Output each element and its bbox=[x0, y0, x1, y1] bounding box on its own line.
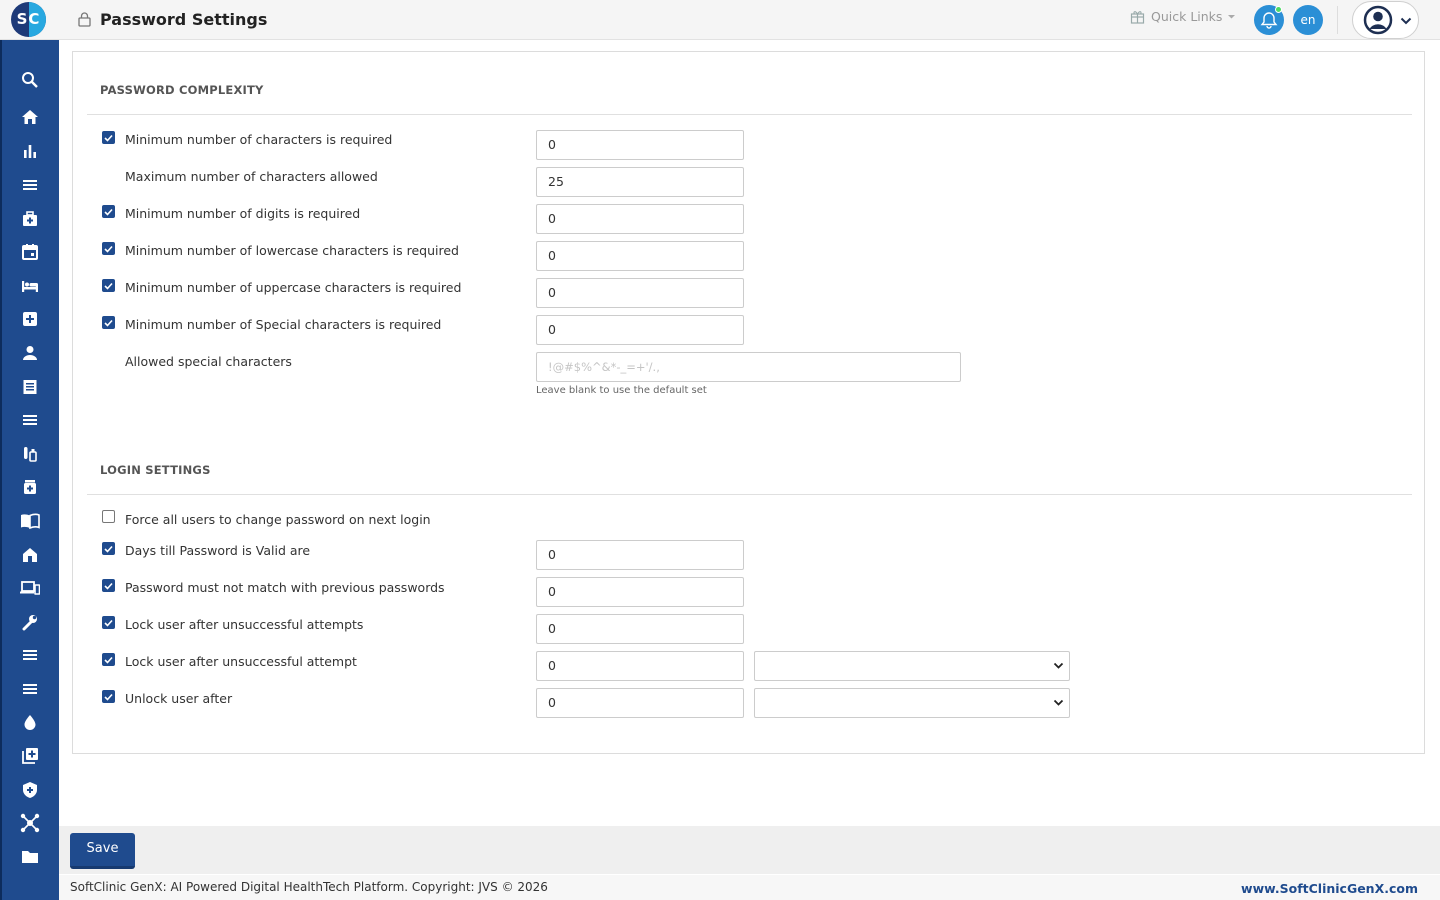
max-characters-label: Maximum number of characters allowed bbox=[125, 169, 378, 184]
min-lowercase-checkbox[interactable] bbox=[102, 242, 115, 255]
lock-attempts-checkbox[interactable] bbox=[102, 616, 115, 629]
bed-icon[interactable] bbox=[17, 273, 43, 299]
lock-attempt-period-select[interactable] bbox=[754, 651, 1070, 681]
password-valid-days-checkbox[interactable] bbox=[102, 542, 115, 555]
settings-card: PASSWORD COMPLEXITY Minimum number of ch… bbox=[72, 51, 1425, 754]
lock-attempt-period-label: Lock user after unsuccessful attempt bbox=[125, 654, 357, 669]
wrench-icon[interactable] bbox=[17, 609, 43, 635]
min-lowercase-label: Minimum number of lowercase characters i… bbox=[125, 243, 459, 258]
chevron-down-icon bbox=[1053, 662, 1064, 669]
min-characters-input[interactable]: 0 bbox=[536, 130, 744, 160]
list-icon[interactable] bbox=[17, 407, 43, 433]
section-title-login-settings: LOGIN SETTINGS bbox=[100, 463, 211, 477]
medical-bag-icon[interactable] bbox=[17, 206, 43, 232]
gift-icon bbox=[1130, 11, 1145, 24]
allowed-special-input[interactable]: !@#$%^&*-_=+'/., bbox=[536, 352, 961, 382]
action-bar bbox=[59, 826, 1440, 874]
min-uppercase-checkbox[interactable] bbox=[102, 279, 115, 292]
sidebar bbox=[0, 40, 59, 900]
hospital-icon[interactable] bbox=[17, 542, 43, 568]
allowed-special-help: Leave blank to use the default set bbox=[536, 385, 707, 396]
min-lowercase-input[interactable]: 0 bbox=[536, 241, 744, 271]
min-digits-input[interactable]: 0 bbox=[536, 204, 744, 234]
min-special-input[interactable]: 0 bbox=[536, 315, 744, 345]
devices-icon[interactable] bbox=[17, 575, 43, 601]
lock-attempt-period-input[interactable]: 0 bbox=[536, 651, 744, 681]
previous-passwords-checkbox[interactable] bbox=[102, 579, 115, 592]
app-logo[interactable]: SC bbox=[11, 2, 46, 37]
language-button[interactable]: en bbox=[1293, 5, 1323, 35]
lab-tubes-icon[interactable] bbox=[17, 441, 43, 467]
password-valid-days-label: Days till Password is Valid are bbox=[125, 543, 311, 558]
book-icon[interactable] bbox=[17, 508, 43, 534]
min-uppercase-input[interactable]: 0 bbox=[536, 278, 744, 308]
min-characters-checkbox[interactable] bbox=[102, 131, 115, 144]
person-icon[interactable] bbox=[17, 340, 43, 366]
section-divider bbox=[87, 494, 1412, 495]
previous-passwords-input[interactable]: 0 bbox=[536, 577, 744, 607]
lock-attempt-period-checkbox[interactable] bbox=[102, 653, 115, 666]
force-change-label: Force all users to change password on ne… bbox=[125, 512, 431, 527]
user-menu[interactable] bbox=[1352, 1, 1419, 39]
search-icon[interactable] bbox=[17, 67, 43, 93]
chevron-down-icon bbox=[1400, 17, 1412, 25]
user-avatar-icon bbox=[1363, 5, 1393, 35]
min-digits-checkbox[interactable] bbox=[102, 205, 115, 218]
lock-attempts-input[interactable]: 0 bbox=[536, 614, 744, 644]
hub-icon[interactable] bbox=[17, 810, 43, 836]
add-box-icon[interactable] bbox=[17, 743, 43, 769]
home-icon[interactable] bbox=[17, 104, 43, 130]
receipt-icon[interactable] bbox=[17, 374, 43, 400]
page-title: Password Settings bbox=[100, 10, 268, 29]
section-divider bbox=[87, 114, 1412, 115]
menu-icon[interactable] bbox=[17, 642, 43, 668]
lock-icon bbox=[78, 12, 91, 27]
password-valid-days-input[interactable]: 0 bbox=[536, 540, 744, 570]
medicine-icon[interactable] bbox=[17, 474, 43, 500]
min-digits-label: Minimum number of digits is required bbox=[125, 206, 361, 221]
medical-plus-icon[interactable] bbox=[17, 306, 43, 332]
calendar-icon[interactable] bbox=[17, 239, 43, 265]
min-special-label: Minimum number of Special characters is … bbox=[125, 317, 442, 332]
bar-chart-icon[interactable] bbox=[17, 138, 43, 164]
unlock-user-label: Unlock user after bbox=[125, 691, 233, 706]
notifications-button[interactable] bbox=[1254, 5, 1284, 35]
unlock-user-input[interactable]: 0 bbox=[536, 688, 744, 718]
folder-icon[interactable] bbox=[17, 844, 43, 870]
lock-attempts-label: Lock user after unsuccessful attempts bbox=[125, 617, 364, 632]
previous-passwords-label: Password must not match with previous pa… bbox=[125, 580, 445, 595]
section-title-password-complexity: PASSWORD COMPLEXITY bbox=[100, 83, 264, 97]
unlock-user-select[interactable] bbox=[754, 688, 1070, 718]
unlock-user-checkbox[interactable] bbox=[102, 690, 115, 703]
min-characters-label: Minimum number of characters is required bbox=[125, 132, 393, 147]
menu-icon[interactable] bbox=[17, 676, 43, 702]
menu-icon[interactable] bbox=[17, 172, 43, 198]
chevron-down-icon bbox=[1053, 699, 1064, 706]
max-characters-input[interactable]: 25 bbox=[536, 167, 744, 197]
drop-icon[interactable] bbox=[17, 709, 43, 735]
footer-copyright: SoftClinic GenX: AI Powered Digital Heal… bbox=[70, 880, 548, 894]
save-button[interactable]: Save bbox=[70, 833, 135, 869]
top-bar: SC Password Settings Quick Links en bbox=[0, 0, 1440, 40]
caret-down-icon bbox=[1228, 15, 1236, 19]
shield-icon[interactable] bbox=[17, 777, 43, 803]
force-change-checkbox[interactable] bbox=[102, 510, 115, 523]
quick-links-menu[interactable]: Quick Links bbox=[1130, 9, 1236, 24]
min-uppercase-label: Minimum number of uppercase characters i… bbox=[125, 280, 462, 295]
allowed-special-label: Allowed special characters bbox=[125, 354, 292, 369]
header-divider bbox=[1337, 6, 1338, 34]
quick-links-label: Quick Links bbox=[1151, 9, 1223, 24]
footer-website-link[interactable]: www.SoftClinicGenX.com bbox=[1241, 881, 1418, 896]
notification-dot bbox=[1275, 6, 1282, 13]
min-special-checkbox[interactable] bbox=[102, 316, 115, 329]
